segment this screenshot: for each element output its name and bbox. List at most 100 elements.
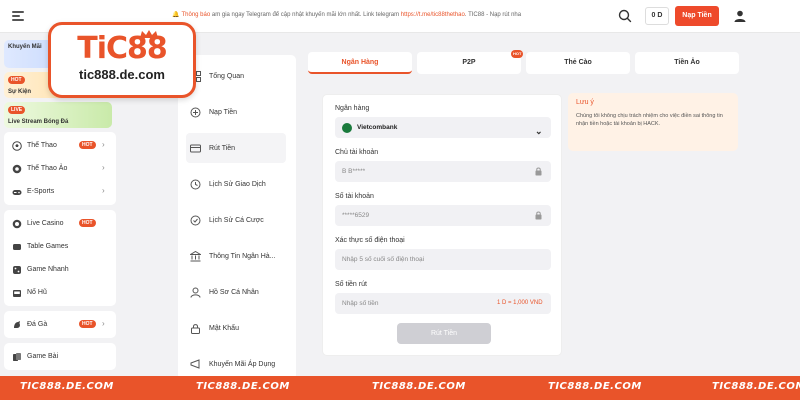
chevron-right-icon: › [102, 186, 105, 195]
deposit-button[interactable]: Nạp Tiền [675, 6, 719, 26]
soccer-icon [12, 140, 22, 151]
account-holder-label: Chủ tài khoản [335, 149, 379, 156]
marquee-text: am gia ngay Telegram để cập nhật khuyến … [210, 12, 401, 18]
marquee-prefix: Thông báo [181, 12, 211, 18]
sidebar-item-table-games[interactable]: Table Games [4, 235, 116, 258]
tab-p2p[interactable]: P2P HOT [417, 50, 524, 74]
menu-item-mat-khau[interactable]: Mật Khẩu [186, 313, 286, 343]
telegram-link[interactable]: https://t.me/tic88thethao [401, 12, 465, 18]
tab-the-cao[interactable]: Thẻ Cào [526, 52, 630, 74]
menu-item-nap-tien[interactable]: Nạp Tiền [186, 97, 286, 127]
withdraw-icon [190, 144, 201, 152]
chevron-right-icon: › [102, 163, 105, 172]
promo-icon [190, 358, 200, 369]
menu-item-lich-su-giao-dich[interactable]: Lịch Sử Giao Dịch [186, 169, 286, 199]
sidebar-item-the-thao[interactable]: Thể Thao HOT › [4, 134, 116, 157]
withdraw-submit-button[interactable]: Rút Tiền [397, 323, 491, 344]
hot-badge: HOT [79, 219, 96, 227]
tab-label: Thẻ Cào [564, 59, 592, 66]
menu-item-label: Rút Tiền [209, 144, 236, 152]
lock-icon [535, 167, 542, 176]
phone-verify-input[interactable]: Nhập 5 số cuối số điện thoại [335, 249, 551, 270]
phone-verify-label: Xác thực số điện thoại [335, 237, 405, 244]
notice-text: Chúng tôi không chịu trách nhiệm cho việ… [576, 113, 723, 127]
notice-title: Lưu ý [576, 99, 594, 106]
bank-icon [190, 250, 201, 261]
menu-item-thong-tin-ngan-hang[interactable]: Thông Tin Ngân Hà... [186, 241, 286, 271]
sidebar-item-label: Đá Gà [27, 321, 48, 328]
sidebar-item-label: Thể Thao Ảo [27, 165, 68, 172]
menu-item-rut-tien[interactable]: Rút Tiền [186, 133, 286, 163]
deposit-icon [190, 107, 201, 117]
sidebar-item-label: Game Bài [27, 353, 59, 360]
sidebar-group-sports: Thể Thao HOT › Thể Thao Ảo › E-Sports › [4, 132, 116, 205]
user-icon[interactable] [733, 9, 747, 23]
payment-method-tabs: Ngân Hàng P2P HOT Thẻ Cào Tiền Ảo [308, 50, 739, 74]
sidebar-item-no-hu[interactable]: Nổ Hũ [4, 281, 116, 304]
account-number-value: *****6529 [342, 212, 370, 219]
slot-icon [13, 289, 21, 297]
history-icon [190, 179, 201, 189]
tab-label: Ngân Hàng [341, 59, 379, 66]
withdraw-main: Ngân Hàng P2P HOT Thẻ Cào Tiền Ảo Ngân h… [308, 50, 739, 377]
amount-label: Số tiền rút [335, 281, 367, 288]
chevron-down-icon: ⌄ [535, 126, 543, 136]
menu-item-label: Mật Khẩu [209, 324, 239, 332]
tab-tien-ao[interactable]: Tiền Ảo [635, 52, 739, 74]
account-holder-value: B B***** [342, 168, 366, 175]
watermark-text: TIC888.DE.COM [20, 381, 114, 392]
phone-verify-placeholder: Nhập 5 số cuối số điện thoại [342, 256, 425, 263]
sidebar-item-label: E-Sports [27, 188, 55, 195]
promo-title: Khuyến Mãi [8, 44, 42, 50]
withdraw-form: Ngân hàng Vietcombank ⌄ Chủ tài khoản B … [322, 94, 562, 356]
chevron-right-icon: › [102, 140, 105, 149]
bell-icon: 🔔 [172, 12, 180, 18]
logo-wordmark: TiC88 [77, 31, 168, 66]
menu-item-label: Hồ Sơ Cá Nhân [209, 288, 259, 296]
virtual-sport-icon [12, 164, 22, 173]
promo-banner-live-stream[interactable]: LIVE Live Stream Bóng Đá [4, 102, 112, 128]
tab-label: P2P [462, 59, 476, 66]
menu-item-label: Nạp Tiền [209, 108, 238, 116]
notice-box: Lưu ý Chúng tôi không chịu trách nhiệm c… [568, 93, 738, 151]
sidebar-item-label: Table Games [27, 243, 69, 250]
bank-select[interactable]: Vietcombank ⌄ [335, 117, 551, 138]
sidebar-item-the-thao-ao[interactable]: Thể Thao Ảo › [4, 157, 116, 180]
vietcombank-logo-icon [342, 123, 352, 133]
menu-item-tong-quan[interactable]: Tổng Quan [186, 61, 286, 91]
sidebar-item-live-casino[interactable]: Live Casino HOT [4, 212, 116, 235]
promo-label: Live Stream Bóng Đá [8, 119, 69, 125]
live-badge: LIVE [8, 106, 26, 114]
menu-item-label: Tổng Quan [209, 72, 245, 80]
amount-input[interactable]: Nhập số tiền 1 D = 1,000 VND [335, 293, 551, 314]
lock-icon [535, 211, 542, 220]
amount-rate: 1 D = 1,000 VND [497, 300, 543, 306]
bank-value: Vietcombank [357, 124, 398, 131]
sidebar-item-e-sports[interactable]: E-Sports › [4, 180, 116, 203]
rooster-icon [14, 320, 20, 328]
hot-badge: HOT [8, 76, 25, 84]
amount-placeholder: Nhập số tiền [342, 300, 379, 307]
sidebar-item-game-nhanh[interactable]: Game Nhanh [4, 258, 116, 281]
account-menu: Tổng Quan Nạp Tiền Rút Tiền Lịch Sử Giao… [178, 55, 296, 380]
search-icon[interactable] [617, 8, 633, 24]
tab-ngan-hang[interactable]: Ngân Hàng [308, 52, 412, 74]
balance-display[interactable]: 0 D [645, 7, 669, 25]
sidebar-item-label: Thể Thao [27, 142, 57, 149]
sidebar-item-label: Nổ Hũ [27, 289, 47, 296]
sidebar-group-casino: Live Casino HOT Table Games Game Nhanh N… [4, 210, 116, 306]
sidebar-item-game-bai[interactable]: Game Bài [4, 345, 116, 368]
hamburger-menu-icon[interactable] [12, 11, 24, 21]
chevron-right-icon: › [102, 319, 105, 328]
menu-item-label: Lịch Sử Giao Dịch [209, 180, 266, 188]
menu-item-lich-su-ca-cuoc[interactable]: Lịch Sử Cá Cược [186, 205, 286, 235]
logo-domain: tic888.de.com [79, 67, 165, 82]
announcement-marquee: 🔔 Thông báo am gia ngay Telegram để cập n… [172, 11, 532, 18]
menu-item-label: Thông Tin Ngân Hà... [209, 252, 276, 260]
menu-item-ho-so-ca-nhan[interactable]: Hồ Sơ Cá Nhân [186, 277, 286, 307]
menu-item-label: Khuyến Mãi Áp Dụng [209, 360, 276, 368]
brand-logo[interactable]: TiC88 tic888.de.com [48, 22, 196, 98]
watermark-text: TIC888.DE.COM [196, 381, 290, 392]
menu-item-khuyen-mai-ap-dung[interactable]: Khuyến Mãi Áp Dụng [186, 349, 286, 379]
sidebar-item-da-ga[interactable]: Đá Gà HOT › [4, 313, 116, 336]
